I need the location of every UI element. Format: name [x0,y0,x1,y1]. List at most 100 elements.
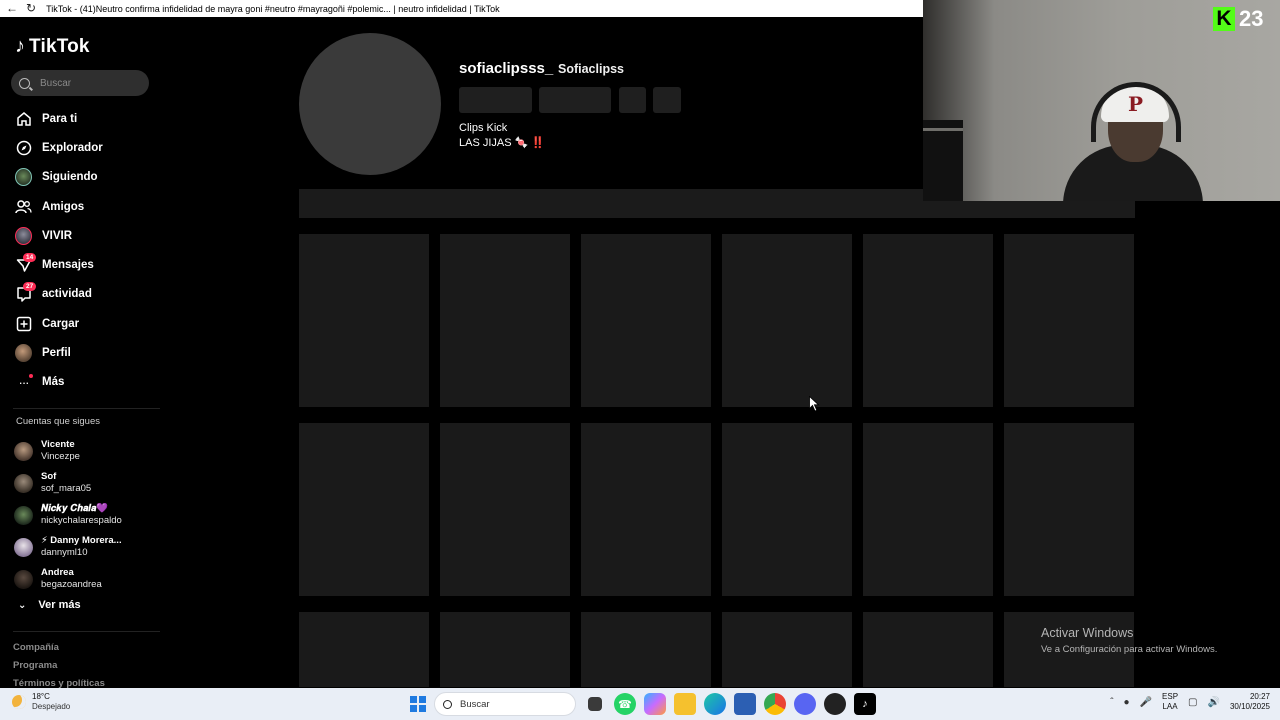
video-card-placeholder[interactable] [863,234,993,407]
webcam-furniture [923,120,963,201]
taskbar-search[interactable]: Buscar [434,692,576,716]
logo-text: TikTok [29,35,90,57]
video-card-placeholder[interactable] [863,423,993,596]
message-button-placeholder[interactable] [539,87,611,113]
monitor-icon[interactable]: ▢ [1188,697,1197,708]
discord-icon[interactable] [794,693,816,715]
edge-icon[interactable] [704,693,726,715]
nav-item-amigos[interactable]: Amigos [0,192,165,221]
taskbar-search-placeholder: Buscar [460,698,490,710]
nav-label: Explorador [42,141,103,154]
language-layout: LAA [1162,702,1178,711]
video-card-placeholder[interactable] [440,423,570,596]
headphones-icon [1091,82,1181,142]
weather-temperature: 18°C [32,692,50,701]
windows-activation-watermark: Activar Windows Ve a Configuración para … [1041,626,1217,655]
profile-avatar[interactable] [299,33,441,175]
profile-username: sofiaclipsss_ [459,60,554,77]
video-grid [299,234,1135,687]
reload-icon[interactable]: ↻ [26,0,36,17]
more-options-placeholder[interactable] [653,87,681,113]
nav-item-vivir[interactable]: VIVIR [0,221,165,250]
video-card-placeholder[interactable] [299,612,429,687]
file-explorer-icon[interactable] [588,697,602,711]
activity-badge: 27 [23,281,37,291]
video-card-placeholder[interactable] [440,612,570,687]
nav-item-actividad[interactable]: 27 actividad [0,280,165,309]
video-card-placeholder[interactable] [440,234,570,407]
video-card-placeholder[interactable] [581,612,711,687]
video-card-placeholder[interactable] [299,234,429,407]
home-icon [15,110,32,127]
following-handle: begazoandrea [41,579,102,590]
taskbar-apps: Buscar ☎ ♪ [410,692,876,716]
video-card-placeholder[interactable] [1004,423,1134,596]
video-card-placeholder[interactable] [1004,234,1134,407]
sidebar-search[interactable] [11,70,149,96]
folder-icon[interactable] [674,693,696,715]
tiktok-logo[interactable]: ♪ TikTok [15,35,90,58]
clock[interactable]: 20:27 30/10/2025 [1230,692,1270,712]
chrome-icon[interactable] [764,693,786,715]
nav-item-mensajes[interactable]: 14 Mensajes [0,250,165,279]
following-item[interactable]: Vicente Vincezpe [14,435,164,467]
follow-button-placeholder[interactable] [459,87,532,113]
video-card-placeholder[interactable] [863,612,993,687]
back-arrow-icon[interactable]: ← [6,0,18,17]
volume-icon[interactable]: 🔊 [1208,697,1220,708]
video-card-placeholder[interactable] [722,612,852,687]
messages-icon: 14 [15,252,37,274]
share-button-placeholder[interactable] [619,87,646,113]
webcam-furniture-edge [923,128,963,131]
nav-item-perfil[interactable]: Perfil [0,338,165,367]
main-nav: Para ti Explorador Siguiendo Amigos VIVI… [0,104,165,397]
following-handle: sof_mara05 [41,483,92,494]
nav-label: Cargar [42,317,80,330]
search-input[interactable] [38,76,138,90]
footer-link-program[interactable]: Programa [13,660,105,678]
video-card-placeholder[interactable] [581,234,711,407]
avatar [14,441,33,461]
browser-tab-title: TikTok - (41)Neutro confirma infidelidad… [46,3,500,14]
nav-item-siguiendo[interactable]: Siguiendo [0,163,165,192]
nav-label: VIVIR [42,229,73,242]
weather-widget[interactable]: 18°C Despejado [12,692,70,712]
chevron-up-icon[interactable]: ˆ [1110,697,1113,708]
copilot-icon[interactable] [644,693,666,715]
obs-icon[interactable] [824,693,846,715]
upload-icon [15,315,32,332]
see-more-button[interactable]: ⌄ Ver más [18,599,81,611]
following-item[interactable]: ⚡ Danny Morera... dannyml10 [14,531,164,563]
footer-link-company[interactable]: Compañía [13,642,105,660]
profile-bio-line1: Clips Kick [459,122,508,134]
nav-item-para-ti[interactable]: Para ti [0,104,165,133]
following-item[interactable]: 𝑵𝒊𝒄𝒌𝒚 𝑪𝒉𝒂𝒍𝒂💜 nickychalarespaldo [14,499,164,531]
whatsapp-icon[interactable]: ☎ [614,693,636,715]
video-card-placeholder[interactable] [722,234,852,407]
following-name: Vicente [41,439,75,450]
nav-item-explorador[interactable]: Explorador [0,133,165,162]
clock-time: 20:27 [1249,692,1270,701]
activation-subtitle: Ve a Configuración para activar Windows. [1041,644,1218,655]
tiktok-icon[interactable]: ♪ [854,693,876,715]
video-card-placeholder[interactable] [722,423,852,596]
network-status-icon[interactable]: ● [1124,697,1130,708]
nav-item-cargar[interactable]: Cargar [0,309,165,338]
windows-start-icon[interactable] [410,696,426,712]
nav-item-mas[interactable]: ··· Más [0,368,165,397]
profile-bio-line2: LAS JIJAS 🍬 ‼️ [459,137,546,149]
avatar [14,537,33,557]
following-name: 𝑵𝒊𝒄𝒌𝒚 𝑪𝒉𝒂𝒍𝒂💜 [41,503,109,514]
following-item[interactable]: Andrea begazoandrea [14,563,164,595]
compass-icon [15,139,32,156]
microphone-icon[interactable]: 🎤 [1140,697,1152,708]
profile-avatar-icon [15,344,32,363]
video-card-placeholder[interactable] [581,423,711,596]
following-item[interactable]: Sof sof_mara05 [14,467,164,499]
language-indicator[interactable]: ESP LAA [1162,692,1178,712]
store-icon[interactable] [734,693,756,715]
live-avatar-icon [15,226,32,245]
tiktok-note-icon: ♪ [15,35,25,57]
video-card-placeholder[interactable] [299,423,429,596]
nav-label: Para ti [42,112,78,125]
